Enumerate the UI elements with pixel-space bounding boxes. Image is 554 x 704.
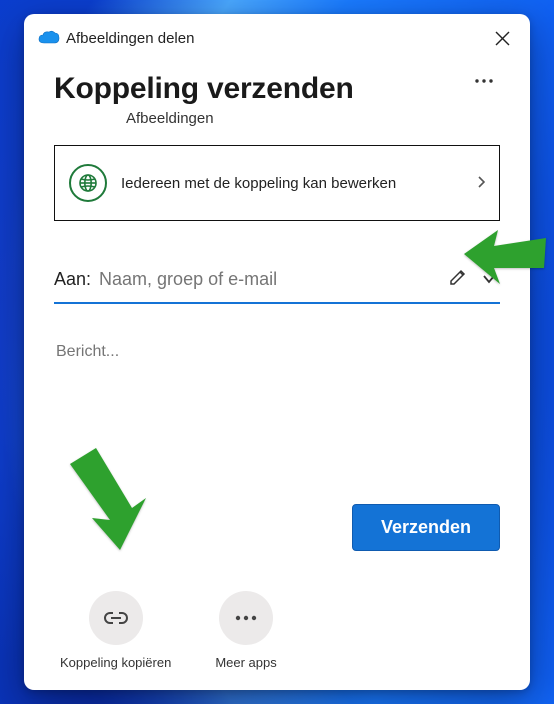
recipient-dropdown[interactable] [478, 267, 500, 293]
more-apps-label: Meer apps [215, 655, 276, 670]
page-subtitle: Afbeeldingen [126, 110, 500, 127]
recipient-row: Aan: [54, 263, 500, 304]
chevron-right-icon [477, 175, 485, 191]
dialog-content: Koppeling verzenden Afbeeldingen [24, 56, 530, 690]
actions-row: Koppeling kopiëren Meer apps [54, 591, 500, 670]
window-title: Afbeeldingen delen [66, 30, 488, 47]
close-button[interactable] [488, 24, 516, 52]
chevron-down-icon [482, 274, 496, 284]
share-dialog: Afbeeldingen delen Koppeling verzenden A… [24, 14, 530, 690]
recipient-input[interactable] [97, 268, 438, 291]
copy-link-label: Koppeling kopiëren [60, 655, 171, 670]
onedrive-icon [38, 30, 60, 46]
permission-text: Iedereen met de koppeling kan bewerken [121, 175, 463, 192]
more-apps-action[interactable]: Meer apps [215, 591, 276, 670]
message-input[interactable] [54, 342, 500, 362]
titlebar: Afbeeldingen delen [24, 14, 530, 56]
link-icon [89, 591, 143, 645]
pencil-icon [448, 267, 468, 287]
ellipsis-icon [474, 78, 494, 84]
globe-icon [69, 164, 107, 202]
header-row: Koppeling verzenden [54, 72, 500, 106]
copy-link-action[interactable]: Koppeling kopiëren [60, 591, 171, 670]
close-icon [495, 31, 510, 46]
permission-selector[interactable]: Iedereen met de koppeling kan bewerken [54, 145, 500, 221]
page-title: Koppeling verzenden [54, 72, 354, 106]
recipient-label: Aan: [54, 269, 91, 290]
send-button[interactable]: Verzenden [352, 504, 500, 551]
send-row: Verzenden [54, 464, 500, 551]
ellipsis-icon [219, 591, 273, 645]
more-options-button[interactable] [468, 72, 500, 90]
edit-permissions-button[interactable] [444, 263, 472, 296]
